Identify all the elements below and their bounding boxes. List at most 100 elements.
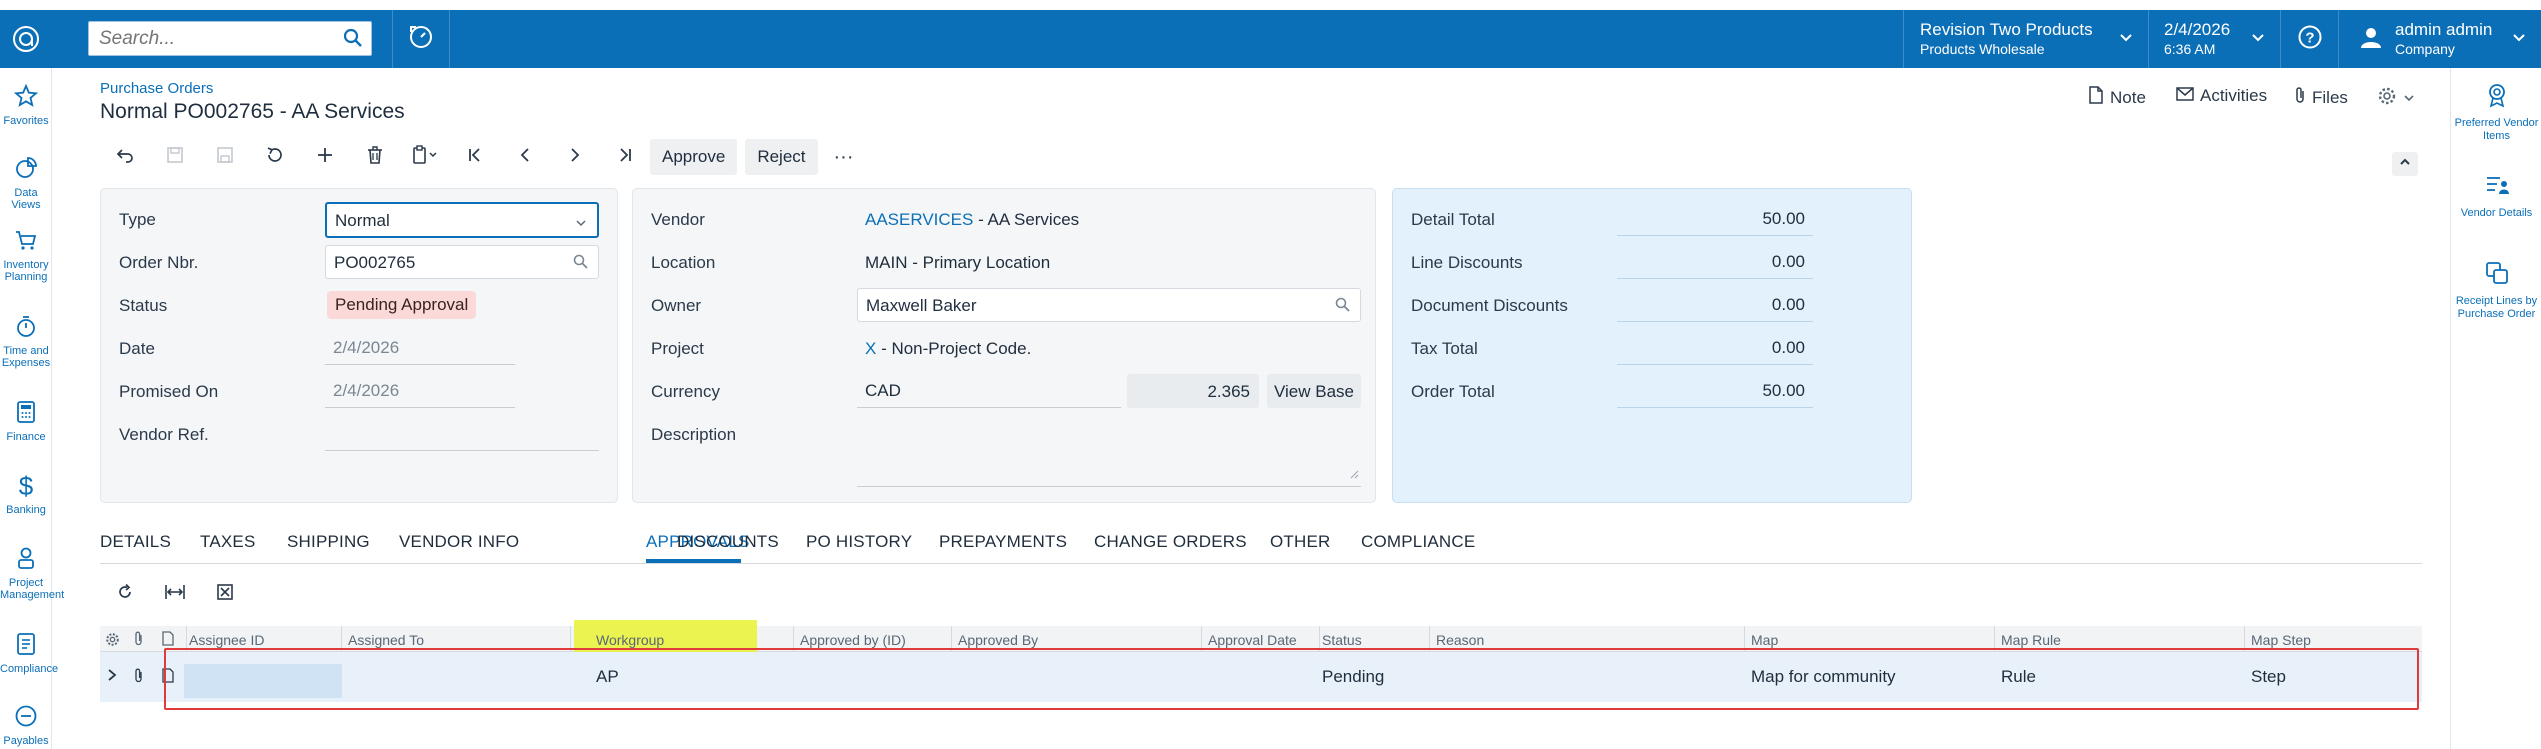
- tab-discounts[interactable]: DISCOUNTS: [677, 532, 779, 552]
- sidebar-item-finance[interactable]: Finance: [0, 400, 52, 443]
- sidebar-item-project-management[interactable]: Project Management: [0, 546, 64, 601]
- type-select[interactable]: Normal: [325, 202, 599, 238]
- owner-field[interactable]: Maxwell Baker: [857, 288, 1361, 322]
- col-reason[interactable]: Reason: [1436, 632, 1484, 648]
- star-icon: [0, 83, 52, 111]
- sidebar-item-time-and-expenses[interactable]: Time and Expenses: [0, 314, 52, 369]
- sidebar-item-payables[interactable]: Payables: [0, 704, 52, 747]
- col-status[interactable]: Status: [1322, 632, 1362, 648]
- date-label: Date: [119, 339, 155, 358]
- related-item-preferred-vendor-items[interactable]: Preferred Vendor Items: [2451, 82, 2541, 143]
- order-nbr-value: PO002765: [334, 253, 416, 272]
- last-record-button[interactable]: [600, 139, 650, 175]
- col-assignee-id[interactable]: Assignee ID: [189, 632, 264, 648]
- col-approved-by-id[interactable]: Approved by (ID): [800, 632, 906, 648]
- search-icon[interactable]: [573, 254, 588, 274]
- order-nbr-field[interactable]: PO002765: [325, 245, 599, 279]
- copy-paste-menu-button[interactable]: [400, 139, 450, 175]
- company-selector[interactable]: Revision Two Products Products Wholesale: [1903, 10, 2148, 68]
- col-map[interactable]: Map: [1751, 632, 1778, 648]
- col-map-rule[interactable]: Map Rule: [2001, 632, 2061, 648]
- save-and-close-button[interactable]: [150, 139, 200, 175]
- related-item-receipt-lines[interactable]: Receipt Lines by Purchase Order: [2451, 260, 2541, 321]
- col-approved-by[interactable]: Approved By: [958, 632, 1038, 648]
- expand-row-icon[interactable]: [106, 668, 118, 687]
- col-map-step[interactable]: Map Step: [2251, 632, 2311, 648]
- description-label: Description: [651, 425, 737, 444]
- activities-button[interactable]: Activities: [2176, 86, 2267, 106]
- refresh-icon: [265, 145, 285, 170]
- tab-other[interactable]: OTHER: [1270, 532, 1331, 552]
- form-toolbar: Approve Reject ···: [100, 138, 862, 176]
- col-assigned-to[interactable]: Assigned To: [348, 632, 424, 648]
- user-avatar-icon: [2359, 25, 2383, 54]
- approve-button[interactable]: Approve: [650, 139, 738, 175]
- business-date-selector[interactable]: 2/4/2026 6:36 AM: [2148, 10, 2280, 68]
- sidebar-item-favorites[interactable]: Favorites: [0, 83, 52, 127]
- undo-button[interactable]: [100, 139, 150, 175]
- tab-shipping[interactable]: SHIPPING: [287, 532, 370, 552]
- collapse-header-button[interactable]: [2392, 152, 2418, 176]
- related-item-vendor-details[interactable]: Vendor Details: [2451, 172, 2541, 220]
- tab-compliance[interactable]: COMPLIANCE: [1361, 532, 1475, 552]
- note-label: Note: [2110, 87, 2146, 107]
- history-button[interactable]: [392, 10, 450, 68]
- save-button[interactable]: [200, 139, 250, 175]
- grid-refresh-button[interactable]: [100, 576, 150, 612]
- sidebar-item-inventory-planning[interactable]: Inventory Planning: [0, 228, 52, 283]
- sidebar-item-banking[interactable]: $ Banking: [0, 472, 52, 516]
- currency-rate-field[interactable]: 2.365: [1127, 374, 1259, 408]
- paperclip-icon[interactable]: [134, 668, 144, 689]
- sidebar-item-data-views[interactable]: Data Views: [0, 156, 52, 211]
- acumatica-logo-icon[interactable]: [0, 10, 52, 68]
- tab-prepayments[interactable]: PREPAYMENTS: [939, 532, 1067, 552]
- activities-label: Activities: [2200, 86, 2268, 105]
- cancel-button[interactable]: [250, 139, 300, 175]
- col-workgroup[interactable]: Workgroup: [596, 632, 664, 648]
- date-field[interactable]: 2/4/2026: [325, 331, 515, 365]
- project-id-link[interactable]: X: [865, 339, 876, 358]
- first-record-button[interactable]: [450, 139, 500, 175]
- previous-record-button[interactable]: [500, 139, 550, 175]
- project-value[interactable]: X - Non-Project Code.: [865, 339, 1031, 359]
- files-button[interactable]: Files: [2294, 86, 2348, 109]
- tab-po-history[interactable]: PO HISTORY: [806, 532, 912, 552]
- location-value[interactable]: MAIN - Primary Location: [865, 253, 1050, 273]
- user-menu[interactable]: admin admin Company: [2338, 10, 2541, 68]
- settings-menu-button[interactable]: [2377, 86, 2415, 111]
- description-field[interactable]: [857, 417, 1361, 487]
- help-button[interactable]: ?: [2280, 10, 2338, 68]
- vendor-ref-field[interactable]: [325, 417, 599, 451]
- vendor-name: - AA Services: [973, 210, 1080, 229]
- resize-handle-icon[interactable]: [1349, 466, 1359, 484]
- next-record-button[interactable]: [550, 139, 600, 175]
- reject-button[interactable]: Reject: [745, 139, 818, 175]
- view-base-button[interactable]: View Base: [1267, 374, 1361, 408]
- tab-details[interactable]: DETAILS: [100, 532, 171, 552]
- search-box[interactable]: [88, 21, 372, 56]
- delete-button[interactable]: [350, 139, 400, 175]
- tab-change-orders[interactable]: CHANGE ORDERS: [1094, 532, 1247, 552]
- vendor-id-link[interactable]: AASERVICES: [865, 210, 973, 229]
- note-button[interactable]: Note: [2088, 86, 2146, 109]
- fit-columns-button[interactable]: [150, 576, 200, 612]
- search-input[interactable]: [89, 22, 329, 55]
- cell-workgroup[interactable]: AP: [596, 667, 619, 687]
- search-icon[interactable]: [343, 28, 363, 53]
- company-branch-name: Revision Two Products: [1920, 20, 2093, 39]
- vendor-value[interactable]: AASERVICES - AA Services: [865, 210, 1079, 230]
- currency-field[interactable]: CAD: [857, 374, 1121, 408]
- sidebar-item-compliance[interactable]: Compliance: [0, 632, 58, 675]
- more-actions-button[interactable]: ···: [826, 139, 862, 175]
- add-new-button[interactable]: [300, 139, 350, 175]
- col-approval-date[interactable]: Approval Date: [1208, 632, 1297, 648]
- gear-icon[interactable]: [105, 632, 120, 652]
- search-icon[interactable]: [1335, 297, 1350, 317]
- export-excel-button[interactable]: [200, 576, 250, 612]
- breadcrumb[interactable]: Purchase Orders: [100, 80, 213, 97]
- pie-chart-icon: [0, 156, 52, 183]
- tab-taxes[interactable]: TAXES: [200, 532, 255, 552]
- project-label: Project: [651, 339, 704, 358]
- tab-vendor-info[interactable]: VENDOR INFO: [399, 532, 519, 552]
- promised-on-field[interactable]: 2/4/2026: [325, 374, 515, 408]
